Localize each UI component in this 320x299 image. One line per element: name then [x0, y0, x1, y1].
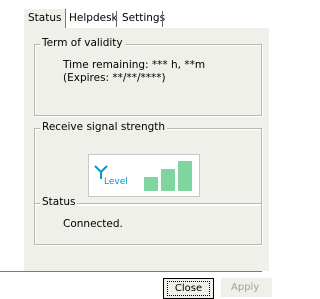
connection-status-text: Connected.: [63, 218, 123, 230]
status-group: Status Connected.: [34, 196, 262, 245]
signal-bar-1: [144, 177, 158, 191]
status-window: Status Helpdesk Settings Term of validit…: [0, 0, 272, 299]
signal-strength-label: Receive signal strength: [40, 121, 168, 133]
button-bar-divider: [0, 271, 262, 272]
close-button[interactable]: Close: [163, 278, 214, 299]
status-group-label: Status: [40, 196, 78, 208]
signal-bar-3: [178, 161, 192, 191]
tab-separator: [162, 11, 163, 27]
signal-meter: Level: [88, 154, 200, 197]
signal-level-label: Level: [104, 177, 128, 187]
apply-button[interactable]: Apply: [221, 278, 272, 297]
expires-text: (Expires: **/**/****): [63, 72, 166, 84]
tab-helpdesk[interactable]: Helpdesk: [65, 10, 122, 27]
signal-bar-2: [161, 169, 175, 191]
tab-separator: [116, 11, 117, 27]
focus-rectangle: [167, 281, 210, 296]
term-of-validity-label: Term of validity: [40, 37, 125, 49]
time-remaining-text: Time remaining: *** h, **m: [63, 59, 206, 71]
signal-strength-group: Receive signal strength Level: [34, 121, 262, 205]
term-of-validity-group: Term of validity Time remaining: *** h, …: [34, 37, 262, 116]
tab-status[interactable]: Status: [23, 8, 67, 28]
apply-button-label: Apply: [231, 282, 260, 293]
tab-panel: Term of validity Time remaining: *** h, …: [23, 27, 269, 271]
